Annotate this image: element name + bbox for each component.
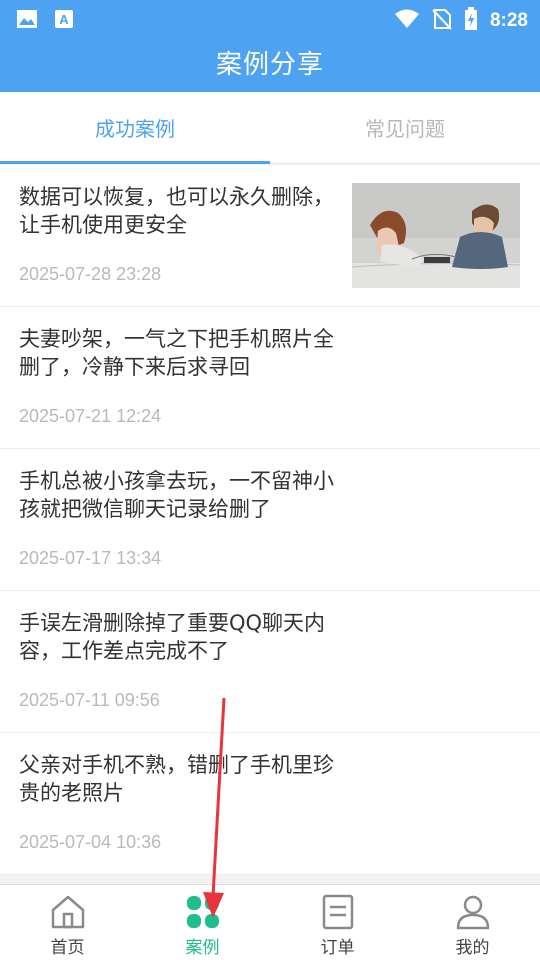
list-item[interactable]: 父亲对手机不熟，错删了手机里珍贵的老照片 2025-07-04 10:36 bbox=[0, 733, 540, 875]
top-bar: A 8:28 案例分享 bbox=[0, 0, 540, 92]
app-screen: A 8:28 案例分享 成功案例 常见问题 数据可以恢复，也可以永久删除，让手机… bbox=[0, 0, 540, 960]
case-grid-icon bbox=[186, 896, 219, 928]
profile-icon bbox=[456, 895, 489, 930]
svg-text:A: A bbox=[59, 12, 69, 27]
case-thumbnail bbox=[352, 183, 520, 288]
case-date: 2025-07-11 09:56 bbox=[19, 690, 160, 710]
case-date: 2025-07-21 12:24 bbox=[19, 406, 162, 426]
case-title: 夫妻吵架，一气之下把手机照片全删了，冷静下来后求寻回 bbox=[19, 327, 334, 379]
bottom-nav: 首页 案例 订单 我的 bbox=[0, 884, 540, 960]
case-date: 2025-07-28 23:28 bbox=[19, 264, 162, 284]
case-date: 2025-07-17 13:34 bbox=[19, 548, 162, 568]
case-list: 数据可以恢复，也可以永久删除，让手机使用更安全 2025-07-28 23:28 bbox=[0, 165, 540, 875]
nav-home[interactable]: 首页 bbox=[0, 885, 135, 960]
status-left-icons: A bbox=[16, 9, 74, 33]
nav-label: 案例 bbox=[185, 938, 220, 958]
case-date: 2025-07-04 10:36 bbox=[19, 832, 162, 852]
nav-label: 首页 bbox=[50, 938, 85, 958]
tab-bar: 成功案例 常见问题 bbox=[0, 92, 540, 164]
tab-faq[interactable]: 常见问题 bbox=[270, 92, 540, 163]
case-title: 手误左滑删除掉了重要QQ聊天内容，工作差点完成不了 bbox=[19, 611, 326, 663]
nav-orders[interactable]: 订单 bbox=[270, 885, 405, 960]
case-title: 数据可以恢复，也可以永久删除，让手机使用更安全 bbox=[19, 185, 334, 237]
nav-cases[interactable]: 案例 bbox=[135, 885, 270, 960]
font-a-icon: A bbox=[54, 9, 74, 33]
page-title: 案例分享 bbox=[215, 50, 324, 80]
no-sim-icon bbox=[432, 8, 452, 34]
status-bar: A 8:28 bbox=[0, 0, 540, 36]
nav-profile[interactable]: 我的 bbox=[405, 885, 540, 960]
order-icon bbox=[322, 894, 353, 930]
list-item[interactable]: 夫妻吵架，一气之下把手机照片全删了，冷静下来后求寻回 2025-07-21 12… bbox=[0, 307, 540, 449]
battery-charging-icon bbox=[464, 7, 478, 35]
status-time: 8:28 bbox=[489, 10, 528, 31]
tab-success-cases[interactable]: 成功案例 bbox=[0, 92, 270, 164]
nav-label: 订单 bbox=[320, 938, 355, 958]
list-item[interactable]: 手机总被小孩拿去玩，一不留神小孩就把微信聊天记录给删了 2025-07-17 1… bbox=[0, 449, 540, 591]
list-item[interactable]: 数据可以恢复，也可以永久删除，让手机使用更安全 2025-07-28 23:28 bbox=[0, 165, 540, 307]
home-icon bbox=[51, 895, 84, 929]
case-title: 父亲对手机不熟，错删了手机里珍贵的老照片 bbox=[19, 753, 334, 805]
nav-label: 我的 bbox=[455, 938, 490, 958]
image-icon bbox=[16, 9, 38, 33]
list-item[interactable]: 手误左滑删除掉了重要QQ聊天内容，工作差点完成不了 2025-07-11 09:… bbox=[0, 591, 540, 733]
status-right-icons: 8:28 bbox=[394, 7, 528, 35]
case-title: 手机总被小孩拿去玩，一不留神小孩就把微信聊天记录给删了 bbox=[19, 469, 334, 521]
wifi-icon bbox=[394, 9, 420, 33]
